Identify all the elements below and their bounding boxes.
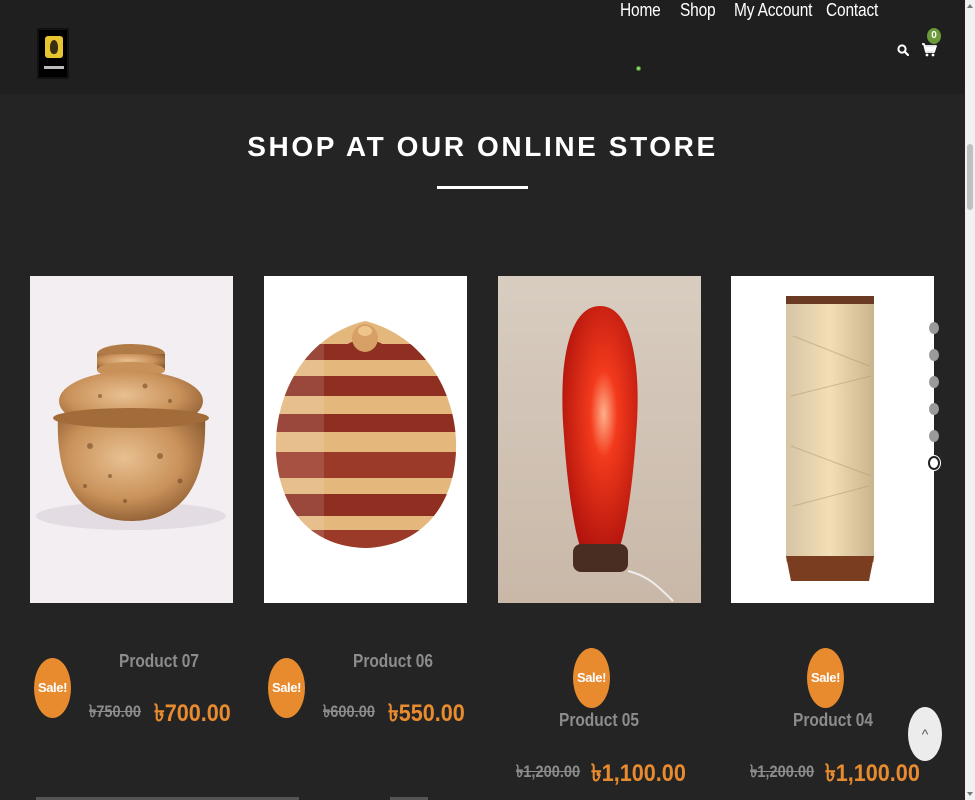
cart-count-badge[interactable]: 0	[927, 28, 941, 44]
product-image[interactable]	[264, 276, 467, 603]
sale-price: ৳700.00	[154, 700, 231, 727]
section-title: SHOP AT OUR ONLINE STORE	[247, 131, 718, 162]
nav-my-account[interactable]: My Account	[734, 0, 812, 21]
sale-badge: Sale!	[34, 658, 71, 718]
sale-price: ৳550.00	[388, 700, 465, 727]
carousel-dot[interactable]	[929, 403, 939, 415]
product-image[interactable]	[498, 276, 701, 603]
old-price: ৳1,200.00	[516, 762, 581, 781]
old-price: ৳750.00	[89, 702, 142, 721]
nav-shop[interactable]: Shop	[680, 0, 716, 21]
sale-price: ৳1,100.00	[825, 760, 920, 787]
product-image[interactable]	[30, 276, 233, 603]
old-price: ৳600.00	[323, 702, 376, 721]
product-title[interactable]: Product 04	[774, 710, 893, 731]
search-icon[interactable]	[897, 44, 909, 56]
scroll-to-top-button[interactable]: ^	[908, 707, 942, 761]
scroll-up-icon[interactable]	[967, 4, 973, 8]
nav-home[interactable]: Home	[620, 0, 661, 21]
carousel-dot[interactable]	[929, 349, 939, 361]
sale-badge: Sale!	[268, 658, 305, 718]
cart-icon[interactable]	[921, 43, 937, 57]
carousel-dot[interactable]	[929, 322, 939, 334]
product-title[interactable]: Product 06	[334, 651, 453, 672]
title-underline	[437, 186, 528, 189]
logo-emblem	[45, 36, 63, 58]
sale-badge: Sale!	[807, 648, 844, 708]
carousel-dot-active[interactable]	[928, 456, 940, 470]
page-scrollbar[interactable]	[965, 0, 975, 800]
product-image[interactable]	[731, 276, 934, 603]
scroll-down-icon[interactable]	[967, 792, 973, 796]
carousel-dot[interactable]	[929, 430, 939, 442]
nav-active-indicator	[636, 66, 641, 71]
site-header: Home Shop My Account Contact 0	[0, 0, 965, 94]
sale-badge: Sale!	[573, 648, 610, 708]
old-price: ৳1,200.00	[750, 762, 815, 781]
sale-price: ৳1,100.00	[591, 760, 686, 787]
carousel-dot[interactable]	[929, 376, 939, 388]
scrollbar-thumb[interactable]	[967, 144, 973, 210]
site-logo[interactable]	[37, 28, 69, 79]
nav-contact[interactable]: Contact	[826, 0, 878, 21]
logo-caption	[44, 66, 64, 69]
product-title[interactable]: Product 05	[540, 710, 659, 731]
product-title[interactable]: Product 07	[100, 651, 219, 672]
